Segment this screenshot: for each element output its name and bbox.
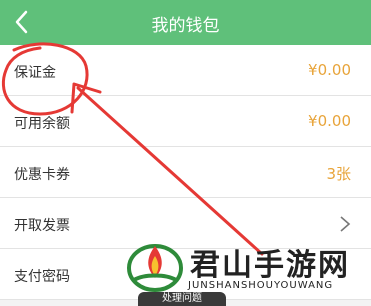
row-label: 优惠卡券 [14,167,70,183]
row-value: ¥0.00 [308,112,351,130]
row-label: 开取发票 [14,218,70,234]
watermark-logo [127,244,183,292]
top-bar: 我的钱包 [0,0,371,45]
row-value: 3张 [326,165,351,183]
bottom-tab[interactable]: 处理问题 [138,292,226,306]
page-title: 我的钱包 [151,16,220,36]
row-label: 保证金 [14,65,56,81]
row-label: 可用余额 [14,116,70,132]
row-coupons[interactable]: 优惠卡券 3张 [0,147,371,198]
watermark: 君山手游网 JUNSHANSHOUYOUWANG [124,236,364,300]
chevron-right-icon [340,216,351,232]
watermark-name: 君山手游网 [190,248,350,283]
row-value: ¥0.00 [308,61,351,79]
row-label: 支付密码 [14,269,70,285]
watermark-sub: JUNSHANSHOUYOUWANG [188,280,334,291]
row-deposit[interactable]: 保证金 ¥0.00 [0,45,371,96]
row-available-balance[interactable]: 可用余额 ¥0.00 [0,96,371,147]
